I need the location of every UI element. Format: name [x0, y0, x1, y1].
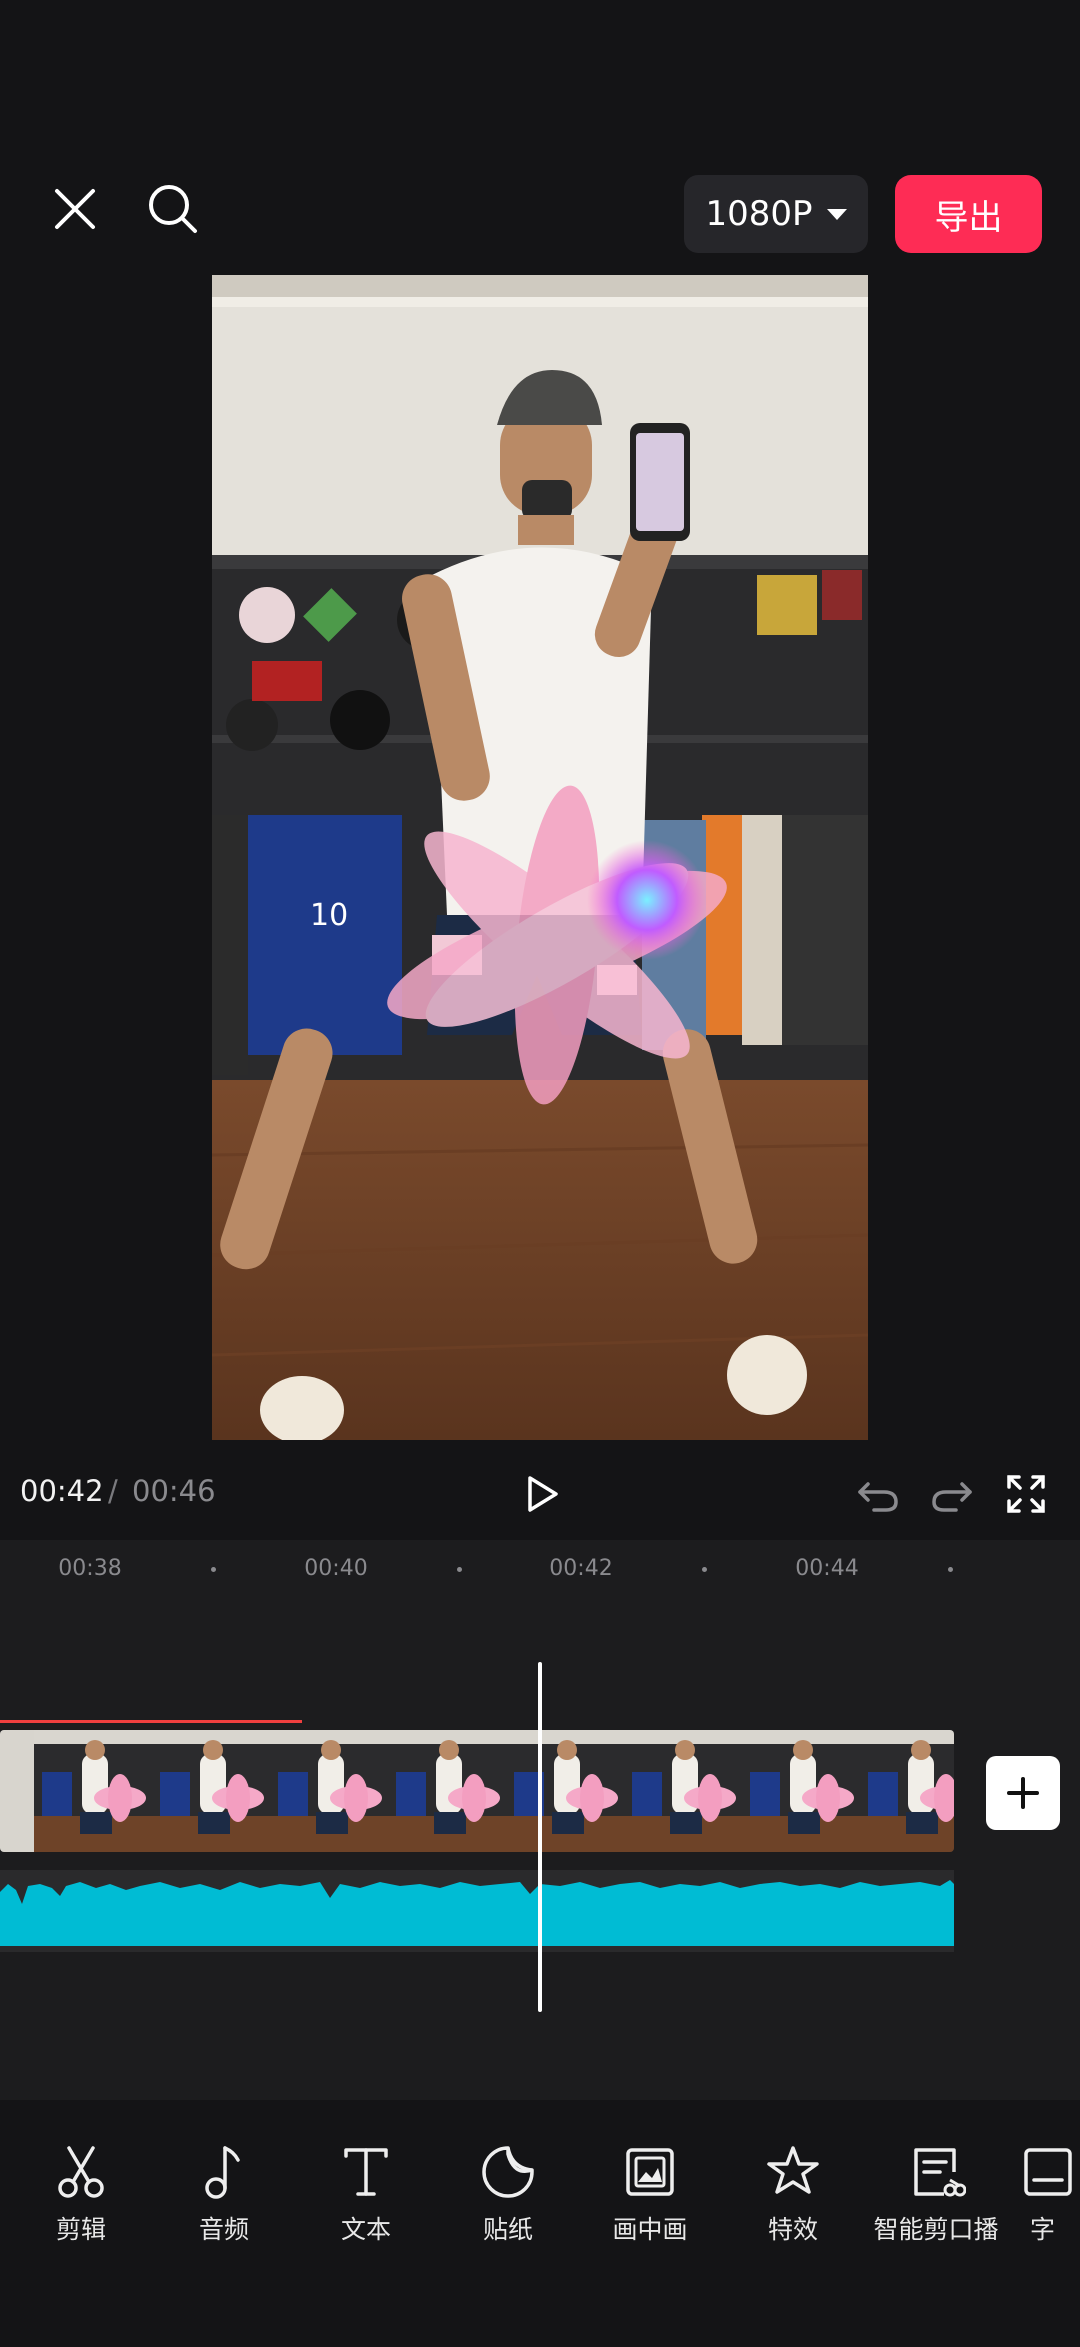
resolution-label: 1080P: [705, 194, 813, 234]
tool-label: 贴纸: [482, 2215, 533, 2244]
ruler-tick: [211, 1567, 216, 1572]
tool-label: 画中画: [612, 2215, 688, 2244]
clip-thumbnails: [0, 1730, 954, 1852]
timeline-panel[interactable]: 00:38 00:40 00:42 00:44: [0, 1540, 1080, 2100]
tool-audio[interactable]: 音频: [153, 2142, 295, 2252]
tool-edit[interactable]: 剪辑: [10, 2142, 152, 2252]
effects-star-icon: [767, 2146, 819, 2194]
ruler-tick: [702, 1567, 707, 1572]
smart-cut-icon: [914, 2148, 966, 2197]
svg-text:10: 10: [310, 898, 348, 933]
recording-marker: [0, 1720, 302, 1723]
tool-picture-in-picture[interactable]: 画中画: [579, 2142, 721, 2252]
edit-toolbar: 剪辑 音频 文本 贴纸 画中画 特效 智能剪口播 字: [0, 2100, 1080, 2347]
ruler-label: 00:40: [304, 1556, 368, 1581]
fullscreen-button[interactable]: [994, 1462, 1058, 1526]
playback-controls: 00:42 / 00:46: [0, 1440, 1080, 1540]
redo-button[interactable]: [922, 1464, 982, 1524]
ruler-label: 00:38: [58, 1556, 122, 1581]
tool-label: 特效: [767, 2215, 818, 2244]
redo-icon: [932, 1482, 972, 1512]
ruler-tick: [457, 1567, 462, 1572]
tool-label: 音频: [198, 2215, 249, 2244]
tool-label: 智能剪口播: [873, 2215, 999, 2244]
time-separator: /: [108, 1474, 118, 1508]
add-clip-button[interactable]: [986, 1756, 1060, 1830]
plus-icon: [1007, 1777, 1039, 1809]
text-icon: [344, 2148, 388, 2196]
top-bar: 1080P 导出: [0, 0, 1080, 270]
tool-captions[interactable]: 字: [1010, 2142, 1080, 2252]
search-button[interactable]: [138, 174, 208, 244]
tool-text[interactable]: 文本: [295, 2142, 437, 2252]
tool-label: 文本: [340, 2215, 391, 2244]
audio-waveform: [0, 1870, 954, 1952]
tool-label: 字: [1030, 2215, 1056, 2244]
undo-button[interactable]: [848, 1464, 908, 1524]
picture-in-picture-icon: [626, 2148, 674, 2196]
video-clip-track[interactable]: [0, 1730, 954, 1852]
resolution-dropdown[interactable]: 1080P: [684, 175, 868, 253]
search-icon: [149, 185, 197, 233]
fullscreen-icon: [1007, 1475, 1045, 1513]
ruler-label: 00:44: [795, 1556, 859, 1581]
tool-label: 剪辑: [55, 2215, 106, 2244]
undo-icon: [858, 1482, 898, 1512]
video-frame-image: 10: [212, 275, 868, 1440]
play-button[interactable]: [510, 1462, 574, 1526]
chevron-down-icon: [826, 208, 847, 220]
video-preview[interactable]: 10: [212, 275, 868, 1440]
tool-effects[interactable]: 特效: [722, 2142, 864, 2252]
music-note-icon: [205, 2146, 240, 2199]
ruler-tick: [948, 1567, 953, 1572]
current-time: 00:42: [20, 1474, 104, 1508]
ruler-label: 00:42: [549, 1556, 613, 1581]
playhead[interactable]: [538, 1662, 542, 2012]
export-button[interactable]: 导出: [895, 175, 1042, 253]
sticker-icon: [482, 2146, 534, 2198]
total-time: 00:46: [132, 1474, 216, 1508]
export-label: 导出: [934, 197, 1003, 238]
captions-icon: [1024, 2148, 1072, 2196]
close-button[interactable]: [40, 174, 110, 244]
close-icon: [55, 189, 95, 229]
play-icon: [528, 1476, 558, 1512]
audio-waveform-track[interactable]: [0, 1870, 954, 1952]
tool-sticker[interactable]: 贴纸: [437, 2142, 579, 2252]
scissors-icon: [58, 2146, 104, 2198]
tool-smart-cut[interactable]: 智能剪口播: [865, 2142, 1007, 2252]
